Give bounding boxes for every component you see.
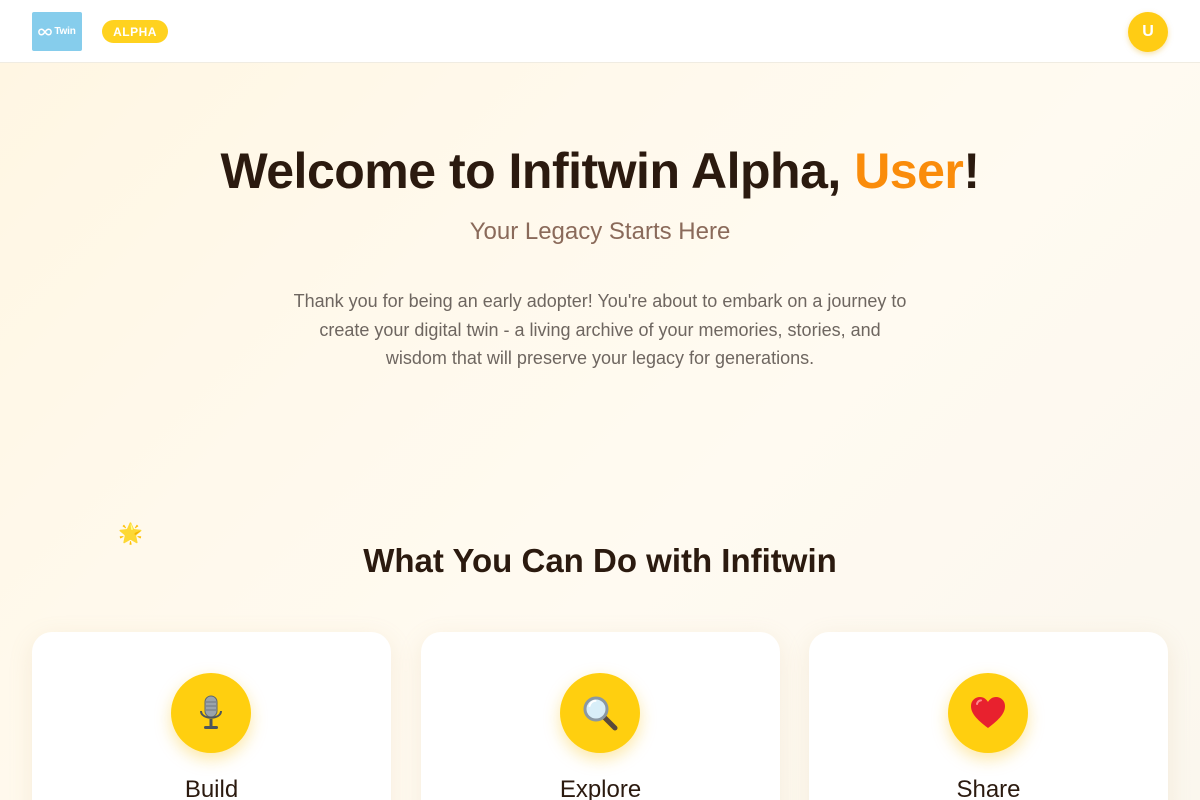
sparkle-icon: 🌟 [118,521,143,545]
welcome-title-suffix: ! [963,143,980,199]
heart-glyph [971,697,1005,728]
feature-card-share[interactable]: Share [809,632,1168,800]
feature-title-build: Build [184,776,239,800]
heart-icon [948,673,1028,753]
welcome-title-prefix: Welcome to Infitwin Alpha, [220,143,855,199]
alpha-badge: ALPHA [102,20,168,43]
top-nav: Twin ALPHA U [0,0,1200,63]
feature-card-build[interactable]: Build [32,632,391,800]
infinity-icon [38,27,53,36]
feature-title-share: Share [956,776,1021,800]
user-name: User [854,143,964,199]
hero-subtitle: Your Legacy Starts Here [469,218,731,245]
features-title: What You Can Do with Infitwin [363,542,837,579]
hero-description: Thank you for being an early adopter! Yo… [293,291,907,368]
magnifier-glyph [583,696,618,731]
welcome-title: Welcome to Infitwin Alpha, User! [0,142,1200,200]
logo-text: Twin [54,26,76,37]
infitwin-logo[interactable]: Twin [32,12,82,51]
microphone-icon [171,673,251,753]
feature-title-explore: Explore [559,776,642,800]
microphone-glyph [200,695,222,729]
user-avatar[interactable]: U [1128,12,1168,52]
feature-card-explore[interactable]: Explore [421,632,780,800]
magnifier-icon [560,673,640,753]
